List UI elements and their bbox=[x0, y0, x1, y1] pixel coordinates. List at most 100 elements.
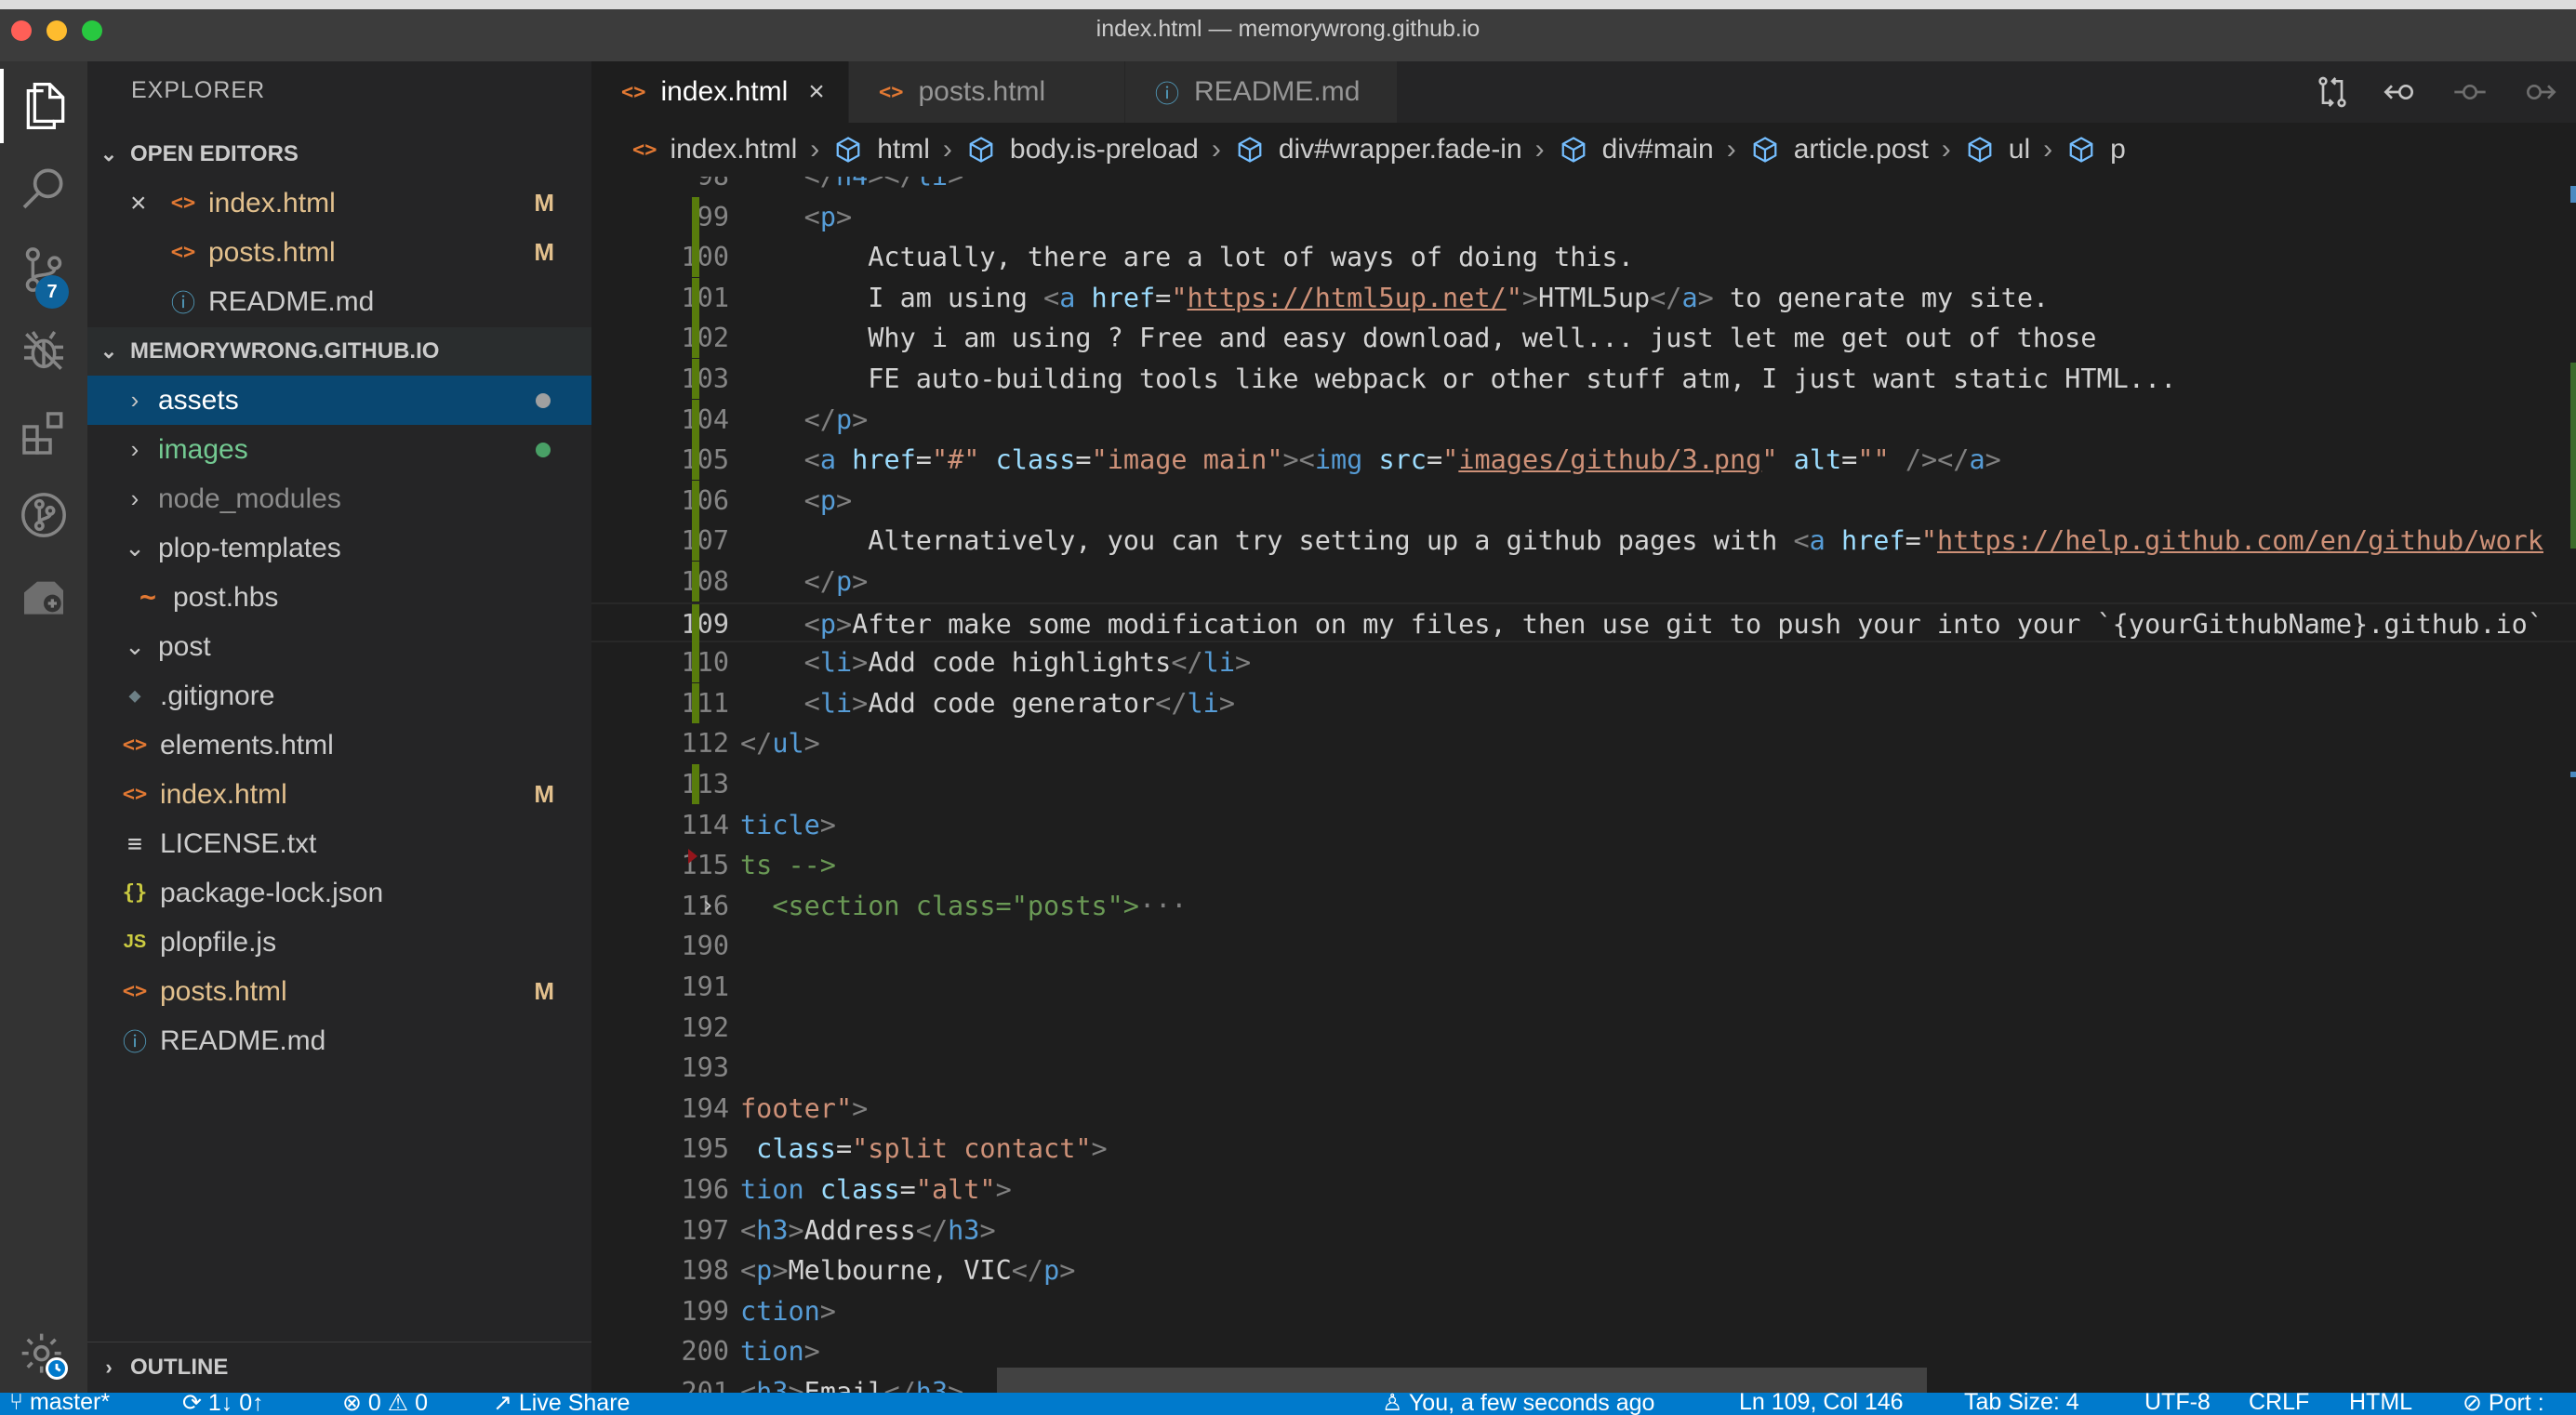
code-line[interactable]: 190 bbox=[591, 926, 2576, 966]
code-line[interactable]: 113 bbox=[591, 764, 2576, 804]
tab-posts-html[interactable]: <> posts.html bbox=[849, 61, 1124, 123]
horizontal-scrollbar[interactable] bbox=[997, 1368, 1927, 1393]
breadcrumb-item[interactable]: ul › bbox=[1964, 134, 2065, 165]
code-token: tion bbox=[740, 1336, 804, 1368]
code-line[interactable]: 105 <a href="#" class="image main"><img … bbox=[591, 440, 2576, 481]
breadcrumb-item[interactable]: div#main › bbox=[1558, 134, 1749, 165]
breadcrumb-item[interactable]: html › bbox=[832, 134, 965, 165]
tree-file-readme[interactable]: ⓘ README.md bbox=[87, 1016, 591, 1065]
breadcrumb-item[interactable]: div#wrapper.fade-in › bbox=[1234, 134, 1558, 165]
remote-explorer-activity[interactable] bbox=[0, 560, 87, 634]
code-line[interactable]: 101 I am using <a href="https://html5up.… bbox=[591, 277, 2576, 318]
code-line[interactable]: 191 bbox=[591, 967, 2576, 1007]
go-forward-icon[interactable] bbox=[2520, 73, 2557, 111]
language-mode[interactable]: HTML bbox=[2349, 1393, 2412, 1415]
tree-file-gitignore[interactable]: ◆ .gitignore bbox=[87, 671, 591, 721]
breadcrumb-item[interactable]: p bbox=[2065, 134, 2126, 165]
tree-file-posts-html[interactable]: <> posts.html M bbox=[87, 967, 591, 1016]
code-line[interactable]: 99 <p> bbox=[591, 196, 2576, 237]
code-token: </ bbox=[1171, 647, 1203, 679]
code-line[interactable]: 197 <h3>Address</h3> bbox=[591, 1210, 2576, 1250]
extensions-activity[interactable] bbox=[0, 396, 87, 470]
code-line[interactable]: 194 footer"> bbox=[591, 1089, 2576, 1129]
tree-file-index-html[interactable]: <> index.html M bbox=[87, 770, 591, 819]
code-line[interactable]: 102 Why i am using ? Free and easy downl… bbox=[591, 318, 2576, 359]
close-icon[interactable]: × bbox=[130, 188, 160, 219]
code-line[interactable]: 199 ction> bbox=[591, 1291, 2576, 1331]
explorer-activity[interactable] bbox=[0, 69, 87, 143]
tree-file-license[interactable]: ≡ LICENSE.txt bbox=[87, 819, 591, 868]
code-line[interactable]: 196 tion class="alt"> bbox=[591, 1170, 2576, 1210]
code-line[interactable]: 116 › <section class="posts">··· bbox=[591, 886, 2576, 926]
tree-folder-plop-templates[interactable]: ⌄ plop-templates bbox=[87, 523, 591, 573]
dot-circle-icon[interactable] bbox=[2451, 73, 2489, 111]
tree-file-plopfile[interactable]: JS plopfile.js bbox=[87, 918, 591, 967]
code-line[interactable]: 192 bbox=[591, 1008, 2576, 1048]
git-blame-status[interactable]: ♙ You, a few seconds ago bbox=[1382, 1393, 1654, 1415]
tree-folder-images[interactable]: › images bbox=[87, 425, 591, 474]
code-line[interactable]: 106 <p> bbox=[591, 480, 2576, 521]
code-line[interactable]: 193 bbox=[591, 1048, 2576, 1088]
code-line[interactable]: 112 </ul> bbox=[591, 723, 2576, 763]
code-line[interactable]: 107 Alternatively, you can try setting u… bbox=[591, 521, 2576, 562]
code-line[interactable]: 200 tion> bbox=[591, 1331, 2576, 1371]
port-status[interactable]: ⊘ Port : bbox=[2463, 1393, 2544, 1415]
code-token: " bbox=[1506, 282, 1522, 313]
files-icon bbox=[26, 83, 65, 129]
workspace-header[interactable]: ⌄ MEMORYWRONG.GITHUB.IO bbox=[87, 327, 591, 376]
code-line[interactable]: 110 <li>Add code highlights</li> bbox=[591, 642, 2576, 683]
code-line[interactable]: 198 <p>Melbourne, VIC</p> bbox=[591, 1250, 2576, 1290]
breadcrumb-item[interactable]: article.post › bbox=[1749, 134, 1964, 165]
code-line[interactable]: 109 <p>After make some modification on m… bbox=[591, 602, 2576, 644]
code-editor[interactable]: 98 </h4></li>99 <p>100 Actually, there a… bbox=[591, 177, 2576, 1393]
cursor-position[interactable]: Ln 109, Col 146 bbox=[1739, 1393, 1904, 1415]
manage-activity[interactable] bbox=[0, 1318, 87, 1393]
go-back-icon[interactable] bbox=[2383, 73, 2420, 111]
code-token: Email bbox=[803, 1377, 884, 1393]
code-line[interactable]: 114 ticle> bbox=[591, 805, 2576, 845]
sync-status[interactable]: ⟳ 1↓ 0↑ bbox=[182, 1393, 264, 1415]
chevron-right-icon: › bbox=[105, 1355, 113, 1379]
open-editor-item[interactable]: × <> index.html M bbox=[87, 179, 591, 228]
outline-header[interactable]: › OUTLINE bbox=[87, 1342, 591, 1393]
code-token: https://help.github.com/en/github/work bbox=[1936, 525, 2543, 557]
tree-file-elements-html[interactable]: <> elements.html bbox=[87, 721, 591, 770]
problems-status[interactable]: ⊗ 0 ⚠ 0 bbox=[342, 1393, 428, 1415]
code-line[interactable]: 111 <li>Add code generator</li> bbox=[591, 682, 2576, 723]
tree-folder-assets[interactable]: › assets bbox=[87, 376, 591, 425]
tree-folder-node-modules[interactable]: › node_modules bbox=[87, 474, 591, 523]
compare-changes-icon[interactable] bbox=[2314, 73, 2351, 111]
git-graph-activity[interactable] bbox=[0, 478, 87, 552]
fold-chevron-icon[interactable]: › bbox=[703, 886, 712, 926]
tree-file-package-lock[interactable]: {} package-lock.json bbox=[87, 868, 591, 918]
tab-readme[interactable]: ⓘ README.md bbox=[1125, 61, 1397, 123]
line-code: <p>Melbourne, VIC</p> bbox=[740, 1250, 1075, 1290]
debug-activity[interactable] bbox=[0, 314, 87, 389]
tab-index-html[interactable]: <> index.html × bbox=[591, 61, 848, 123]
breadcrumb-item[interactable]: <> index.html › bbox=[632, 134, 832, 165]
encoding[interactable]: UTF-8 bbox=[2144, 1393, 2211, 1415]
code-line[interactable]: 98 </h4></li> bbox=[591, 177, 2576, 196]
tree-file-post-hbs[interactable]: ~ post.hbs bbox=[87, 573, 591, 622]
code-token: p bbox=[1043, 1255, 1060, 1287]
search-activity[interactable] bbox=[0, 151, 87, 225]
code-line[interactable]: 195 class="split contact"> bbox=[591, 1129, 2576, 1169]
open-editors-header[interactable]: ⌄ OPEN EDITORS bbox=[87, 130, 591, 179]
tree-folder-post[interactable]: ⌄ post bbox=[87, 622, 591, 671]
source-control-activity[interactable]: 7 bbox=[0, 232, 87, 309]
code-line[interactable]: 115 ts --> bbox=[591, 845, 2576, 885]
open-editor-item[interactable]: <> posts.html M bbox=[87, 228, 591, 277]
code-line[interactable]: 104 </p> bbox=[591, 399, 2576, 440]
branch-status[interactable]: ⑂ master* bbox=[9, 1393, 110, 1415]
close-tab-icon[interactable]: × bbox=[808, 76, 825, 108]
end-of-line[interactable]: CRLF bbox=[2249, 1393, 2309, 1415]
breadcrumb-item[interactable]: body.is-preload › bbox=[965, 134, 1234, 165]
code-line[interactable]: 103 FE auto-building tools like webpack … bbox=[591, 359, 2576, 399]
live-share-status[interactable]: ↗ Live Share bbox=[493, 1393, 630, 1415]
code-line[interactable]: 108 </p> bbox=[591, 562, 2576, 602]
tab-size[interactable]: Tab Size: 4 bbox=[1964, 1393, 2079, 1415]
open-editor-item[interactable]: ⓘ README.md bbox=[87, 277, 591, 326]
code-line[interactable]: 100 Actually, there are a lot of ways of… bbox=[591, 237, 2576, 278]
line-number: 200 bbox=[681, 1336, 729, 1368]
